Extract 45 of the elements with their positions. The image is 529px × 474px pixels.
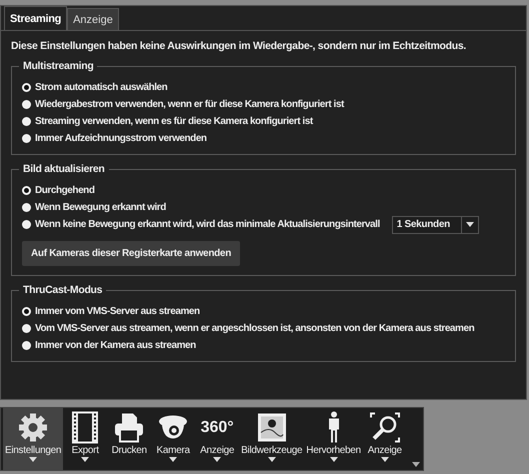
toolbar-button[interactable]: Export: [63, 408, 108, 470]
option-label: Immer Aufzeichnungsstrom verwenden: [35, 133, 207, 144]
toolbar-button[interactable]: Anzeige: [362, 408, 407, 470]
radio-button[interactable]: [22, 324, 31, 333]
option-label: Vom VMS-Server aus streamen, wenn er angeschlossen ist, ansonsten von der Kamera aus streamen: [35, 323, 474, 334]
interval-dropdown[interactable]: 1 Sekunden: [392, 216, 479, 234]
radio-button[interactable]: [22, 307, 31, 316]
radio-button[interactable]: [22, 100, 31, 109]
zoom-icon: [370, 411, 400, 444]
picture-icon: [256, 411, 287, 444]
toolbar-button[interactable]: Einstellungen: [3, 408, 64, 470]
option-label: Strom automatisch auswählen: [35, 82, 168, 93]
toolbar-button[interactable]: Kamera: [151, 408, 196, 470]
gear-icon: [18, 411, 48, 444]
group-title: ThruCast-Modus: [19, 284, 106, 296]
tab[interactable]: Streaming: [4, 6, 68, 30]
icon-text: 360°: [200, 418, 234, 438]
radio-button[interactable]: [22, 117, 31, 126]
option-label: Immer von der Kamera aus streamen: [35, 340, 196, 351]
option-label: Immer vom VMS-Server aus streamen: [35, 306, 200, 317]
toolbar-button[interactable]: Bildwerkzeuge: [239, 408, 304, 470]
tab[interactable]: Anzeige: [67, 8, 119, 30]
radio-button[interactable]: [22, 186, 31, 195]
radio-button[interactable]: [22, 134, 31, 143]
apply-button[interactable]: Auf Kameras dieser Registerkarte anwenden: [22, 241, 240, 266]
option-label: Streaming verwenden, wenn es für diese Kamera konfiguriert ist: [35, 116, 313, 127]
notice-text: Diese Einstellungen haben keine Auswirkungen im Wiedergabe-, sondern nur im Echtzeitmodus.: [11, 40, 468, 52]
printer-icon: [114, 411, 144, 444]
toolbar-button[interactable]: 360° Anzeige: [195, 408, 240, 470]
radio-button[interactable]: [22, 83, 31, 92]
overflow-caret-icon[interactable]: [412, 462, 420, 467]
option-label: Wenn Bewegung erkannt wird: [35, 202, 166, 213]
caret-icon: [466, 222, 474, 227]
group-title: Multistreaming: [19, 60, 98, 72]
person-icon: [326, 411, 341, 444]
option-label: Wenn keine Bewegung erkannt wird, wird das minimale Aktualisierungsintervall: [35, 219, 380, 230]
radio-button[interactable]: [22, 203, 31, 212]
radio-button[interactable]: [22, 341, 31, 350]
toolbar-button[interactable]: Drucken: [107, 408, 152, 470]
toolbar-button[interactable]: Hervorheben: [304, 408, 363, 470]
option-label: Durchgehend: [35, 185, 94, 196]
film-strip-icon: [72, 411, 98, 444]
group-title: Bild aktualisieren: [19, 163, 109, 175]
option-label: Wiedergabestrom verwenden, wenn er für diese Kamera konfiguriert ist: [35, 99, 344, 110]
radio-button[interactable]: [22, 220, 31, 229]
